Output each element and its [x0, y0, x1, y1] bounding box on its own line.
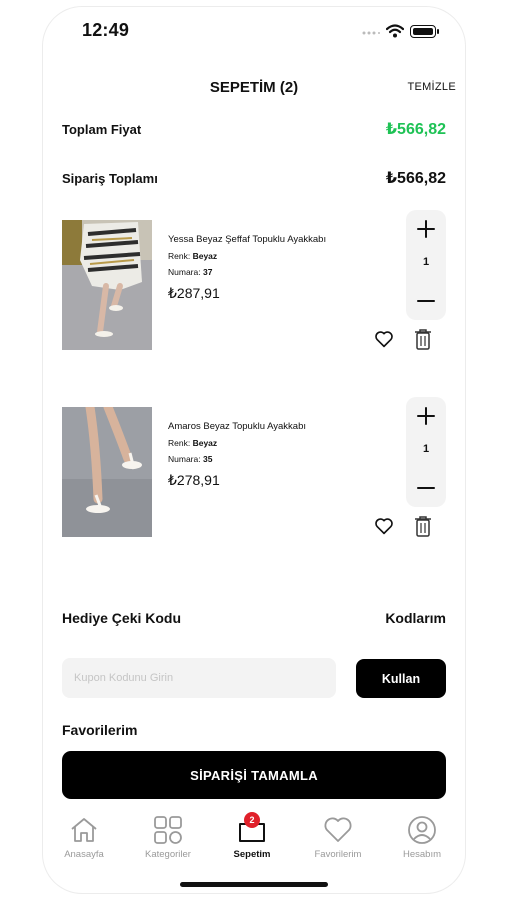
tab-label: Anasayfa	[64, 849, 104, 860]
app-screen: 12:49 SEPETİM (2) TEMİZLE Toplam Fiyat ₺…	[42, 6, 466, 894]
my-codes-link[interactable]: Kodlarım	[385, 610, 446, 626]
product-info: Yessa Beyaz Şeffaf Topuklu Ayakkabı Renk…	[168, 234, 348, 302]
tab-account[interactable]: Hesabım	[380, 814, 464, 860]
apply-coupon-button[interactable]: Kullan	[356, 659, 446, 698]
cart-badge: 2	[244, 812, 260, 828]
coupon-input[interactable]	[62, 658, 336, 698]
total-price-row: Toplam Fiyat ₺566,82	[62, 118, 446, 140]
product-size: Numara: 37	[168, 267, 213, 277]
order-total-label: Sipariş Toplamı	[62, 170, 158, 186]
cart-item: Yessa Beyaz Şeffaf Topuklu Ayakkabı Renk…	[62, 210, 446, 390]
heart-icon[interactable]	[374, 517, 394, 535]
total-price-value: ₺566,82	[385, 121, 446, 138]
trash-icon[interactable]	[414, 328, 432, 350]
tab-bar: Anasayfa Kategoriler 2 Sepetim Favoriler…	[42, 812, 466, 874]
gift-code-label: Hediye Çeki Kodu	[62, 610, 182, 626]
order-total-row: Sipariş Toplamı ₺566,82	[62, 167, 446, 189]
battery-icon	[410, 25, 439, 38]
plus-icon[interactable]	[406, 218, 446, 240]
quantity-value: 1	[422, 443, 430, 455]
cart-icon: 2	[236, 812, 268, 846]
grid-icon	[154, 816, 182, 844]
favorites-heading: Favorilerim	[62, 722, 138, 738]
product-image[interactable]	[62, 220, 152, 350]
tab-categories[interactable]: Kategoriler	[126, 814, 210, 860]
quantity-stepper: 1	[406, 210, 446, 320]
product-price: ₺278,91	[168, 472, 220, 488]
complete-order-button[interactable]: SİPARİŞİ TAMAMLA	[62, 751, 446, 799]
status-bar: 12:49	[42, 6, 466, 56]
wifi-icon	[386, 24, 404, 38]
order-total-value: ₺566,82	[385, 170, 446, 187]
product-name[interactable]: Yessa Beyaz Şeffaf Topuklu Ayakkabı	[168, 234, 348, 245]
home-indicator	[180, 882, 328, 887]
tab-label: Hesabım	[402, 849, 441, 860]
product-price: ₺287,91	[168, 285, 220, 301]
plus-icon[interactable]	[406, 405, 446, 427]
minus-icon[interactable]	[406, 290, 446, 312]
tab-cart[interactable]: 2 Sepetim	[210, 812, 294, 860]
profile-icon	[408, 816, 436, 844]
product-color: Renk: Beyaz	[168, 438, 218, 448]
tab-label: Favorilerim	[314, 849, 362, 860]
product-info: Amaros Beyaz Topuklu Ayakkabı Renk: Beya…	[168, 421, 348, 489]
quantity-value: 1	[422, 256, 430, 268]
tab-favorites[interactable]: Favorilerim	[296, 814, 380, 860]
product-name[interactable]: Amaros Beyaz Topuklu Ayakkabı	[168, 421, 348, 432]
page-title: SEPETİM (2)	[209, 79, 299, 96]
heart-icon[interactable]	[374, 330, 394, 348]
cart-item: Amaros Beyaz Topuklu Ayakkabı Renk: Beya…	[62, 397, 446, 577]
heart-icon	[324, 817, 352, 842]
tab-label: Kategoriler	[145, 849, 191, 860]
quantity-stepper: 1	[406, 397, 446, 507]
total-price-label: Toplam Fiyat	[62, 121, 142, 137]
trash-icon[interactable]	[414, 515, 432, 537]
status-time: 12:49	[82, 20, 130, 40]
product-image[interactable]	[62, 407, 152, 537]
minus-icon[interactable]	[406, 477, 446, 499]
home-icon	[71, 818, 97, 842]
tab-label: Sepetim	[233, 849, 271, 860]
clear-cart-button[interactable]: TEMİZLE	[407, 81, 456, 93]
product-color: Renk: Beyaz	[168, 251, 218, 261]
product-size: Numara: 35	[168, 454, 213, 464]
tab-home[interactable]: Anasayfa	[42, 814, 126, 860]
signal-icon	[362, 31, 380, 35]
